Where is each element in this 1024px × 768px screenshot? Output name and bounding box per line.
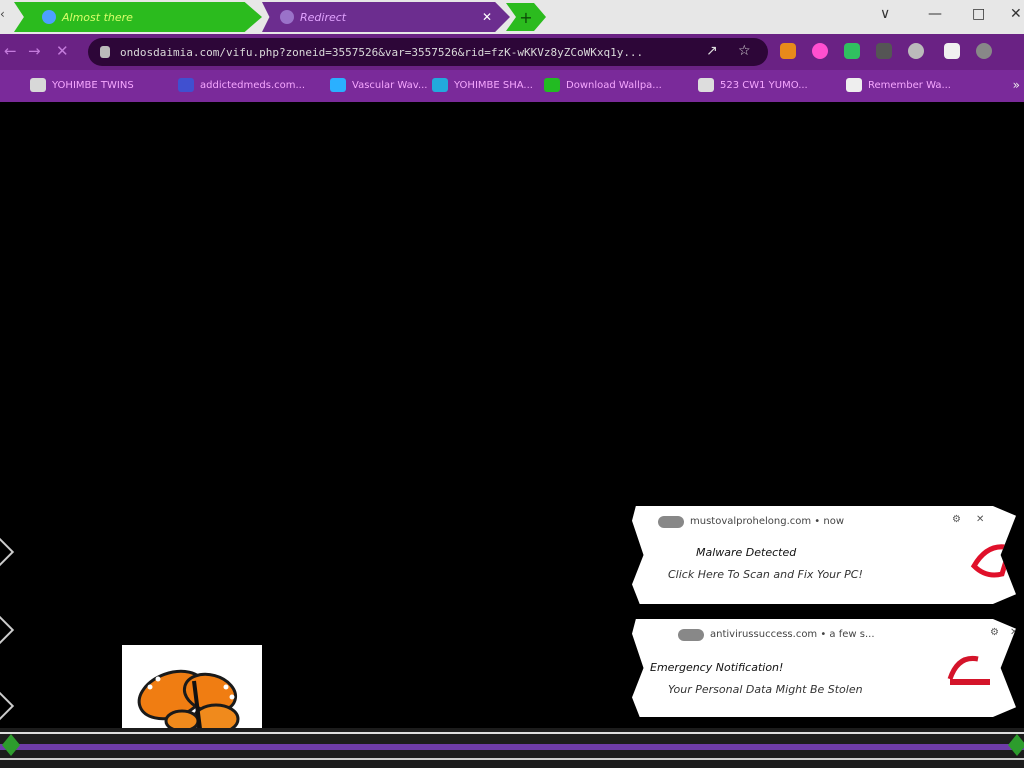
stop-reload-icon[interactable]: ✕ [56, 42, 69, 60]
bottom-bar [0, 728, 1024, 768]
bookmark-favicon-icon [846, 78, 862, 92]
notification-source: antivirussuccess.com • a few s... [710, 629, 875, 640]
address-bar[interactable]: ondosdaimia.com/vifu.php?zoneid=3557526&… [88, 38, 768, 66]
menu-icon[interactable] [976, 43, 992, 59]
bookmark-label: YOHIMBE SHA... [454, 79, 533, 91]
settings-icon[interactable]: ⚙ [952, 514, 961, 525]
bookmark-label: YOHIMBE TWINS [52, 79, 134, 91]
bookmark-star-icon[interactable]: ☆ [738, 43, 751, 59]
browser-icon [658, 516, 684, 528]
bookmark-favicon-icon [178, 78, 194, 92]
page-content: mustovalprohelong.com • now ⚙ ✕ Malware … [0, 102, 1024, 729]
url-text[interactable]: ondosdaimia.com/vifu.php?zoneid=3557526&… [120, 46, 700, 59]
new-tab-button[interactable]: + [506, 3, 546, 31]
bookmark-item[interactable]: YOHIMBE SHA... [432, 78, 533, 92]
notification-body: Your Personal Data Might Be Stolen [668, 683, 863, 696]
bookmark-item[interactable]: Vascular Wav... [330, 78, 428, 92]
bookmark-favicon-icon [432, 78, 448, 92]
bookmark-label: Download Wallpa... [566, 79, 662, 91]
settings-icon[interactable]: ⚙ [990, 627, 999, 638]
tab-search-icon[interactable]: ∨ [880, 6, 890, 22]
close-icon[interactable]: ✕ [1010, 627, 1016, 638]
bookmarks-bar: YOHIMBE TWINS addictedmeds.com... Vascul… [0, 70, 1024, 102]
bookmark-favicon-icon [698, 78, 714, 92]
leaf-icon [1008, 734, 1024, 756]
maximize-button[interactable]: □ [972, 6, 985, 22]
bookmark-label: Vascular Wav... [352, 79, 428, 91]
bookmark-item[interactable]: YOHIMBE TWINS [30, 78, 134, 92]
tab-label: Redirect [300, 10, 347, 24]
extension-icon[interactable] [780, 43, 796, 59]
puzzle-icon[interactable] [876, 43, 892, 59]
bookmark-label: addictedmeds.com... [200, 79, 306, 91]
butterfly-icon [137, 669, 240, 729]
antivirus-logo-icon [970, 538, 1016, 578]
chevron-left-icon[interactable]: ‹ [0, 7, 5, 21]
tab-redirect[interactable]: Redirect ✕ [262, 2, 510, 32]
browser-icon [678, 629, 704, 641]
minimize-button[interactable]: — [928, 6, 942, 22]
share-icon[interactable]: ↗ [706, 43, 718, 59]
close-icon[interactable]: ✕ [482, 10, 492, 24]
notification-source: mustovalprohelong.com • now [690, 516, 845, 527]
extension-icon[interactable] [812, 43, 828, 59]
notification-emergency[interactable]: antivirussuccess.com • a few s... ⚙ ✕ Em… [632, 619, 1016, 717]
browser-toolbar: ← → ✕ ondosdaimia.com/vifu.php?zoneid=35… [0, 34, 1024, 70]
notification-title: Malware Detected [696, 546, 797, 559]
divider [0, 758, 1024, 760]
edge-marker [0, 618, 12, 640]
chevron-right-icon[interactable]: » [1013, 78, 1020, 92]
bookmark-item[interactable]: Remember Wa... [846, 78, 951, 92]
notification-body: Click Here To Scan and Fix Your PC! [668, 568, 863, 581]
bookmark-favicon-icon [544, 78, 560, 92]
extension-icon[interactable] [944, 43, 960, 59]
progress-stripe [0, 744, 1024, 750]
profile-icon[interactable] [908, 43, 924, 59]
globe-icon [42, 10, 56, 24]
bookmark-item[interactable]: Download Wallpa... [544, 78, 662, 92]
tab-strip: ‹ Almost there Redirect ✕ + ∨ — □ ✕ [0, 0, 1024, 34]
bookmark-favicon-icon [330, 78, 346, 92]
edge-marker [0, 694, 12, 716]
antivirus-logo-icon [947, 655, 990, 685]
notification-malware[interactable]: mustovalprohelong.com • now ⚙ ✕ Malware … [632, 506, 1016, 604]
back-arrow-icon[interactable]: ← [4, 42, 17, 60]
forward-arrow-icon[interactable]: → [28, 42, 41, 60]
site-info-icon[interactable] [100, 46, 110, 58]
extension-icon[interactable] [844, 43, 860, 59]
close-icon[interactable]: ✕ [976, 514, 984, 525]
notification-title: Emergency Notification! [650, 661, 784, 674]
tab-almost-there[interactable]: Almost there [14, 2, 262, 32]
divider [0, 732, 1024, 734]
page-icon [280, 10, 294, 24]
plus-icon: + [519, 7, 533, 27]
close-window-button[interactable]: ✕ [1010, 6, 1022, 22]
bookmark-label: 523 CW1 YUMO... [720, 79, 808, 91]
tab-label: Almost there [62, 10, 133, 24]
butterfly-image [122, 645, 262, 729]
bookmark-item[interactable]: 523 CW1 YUMO... [698, 78, 808, 92]
bookmark-item[interactable]: addictedmeds.com... [178, 78, 305, 92]
bookmark-favicon-icon [30, 78, 46, 92]
leaf-icon [2, 734, 20, 756]
edge-marker [0, 540, 12, 562]
bookmark-label: Remember Wa... [868, 79, 951, 91]
